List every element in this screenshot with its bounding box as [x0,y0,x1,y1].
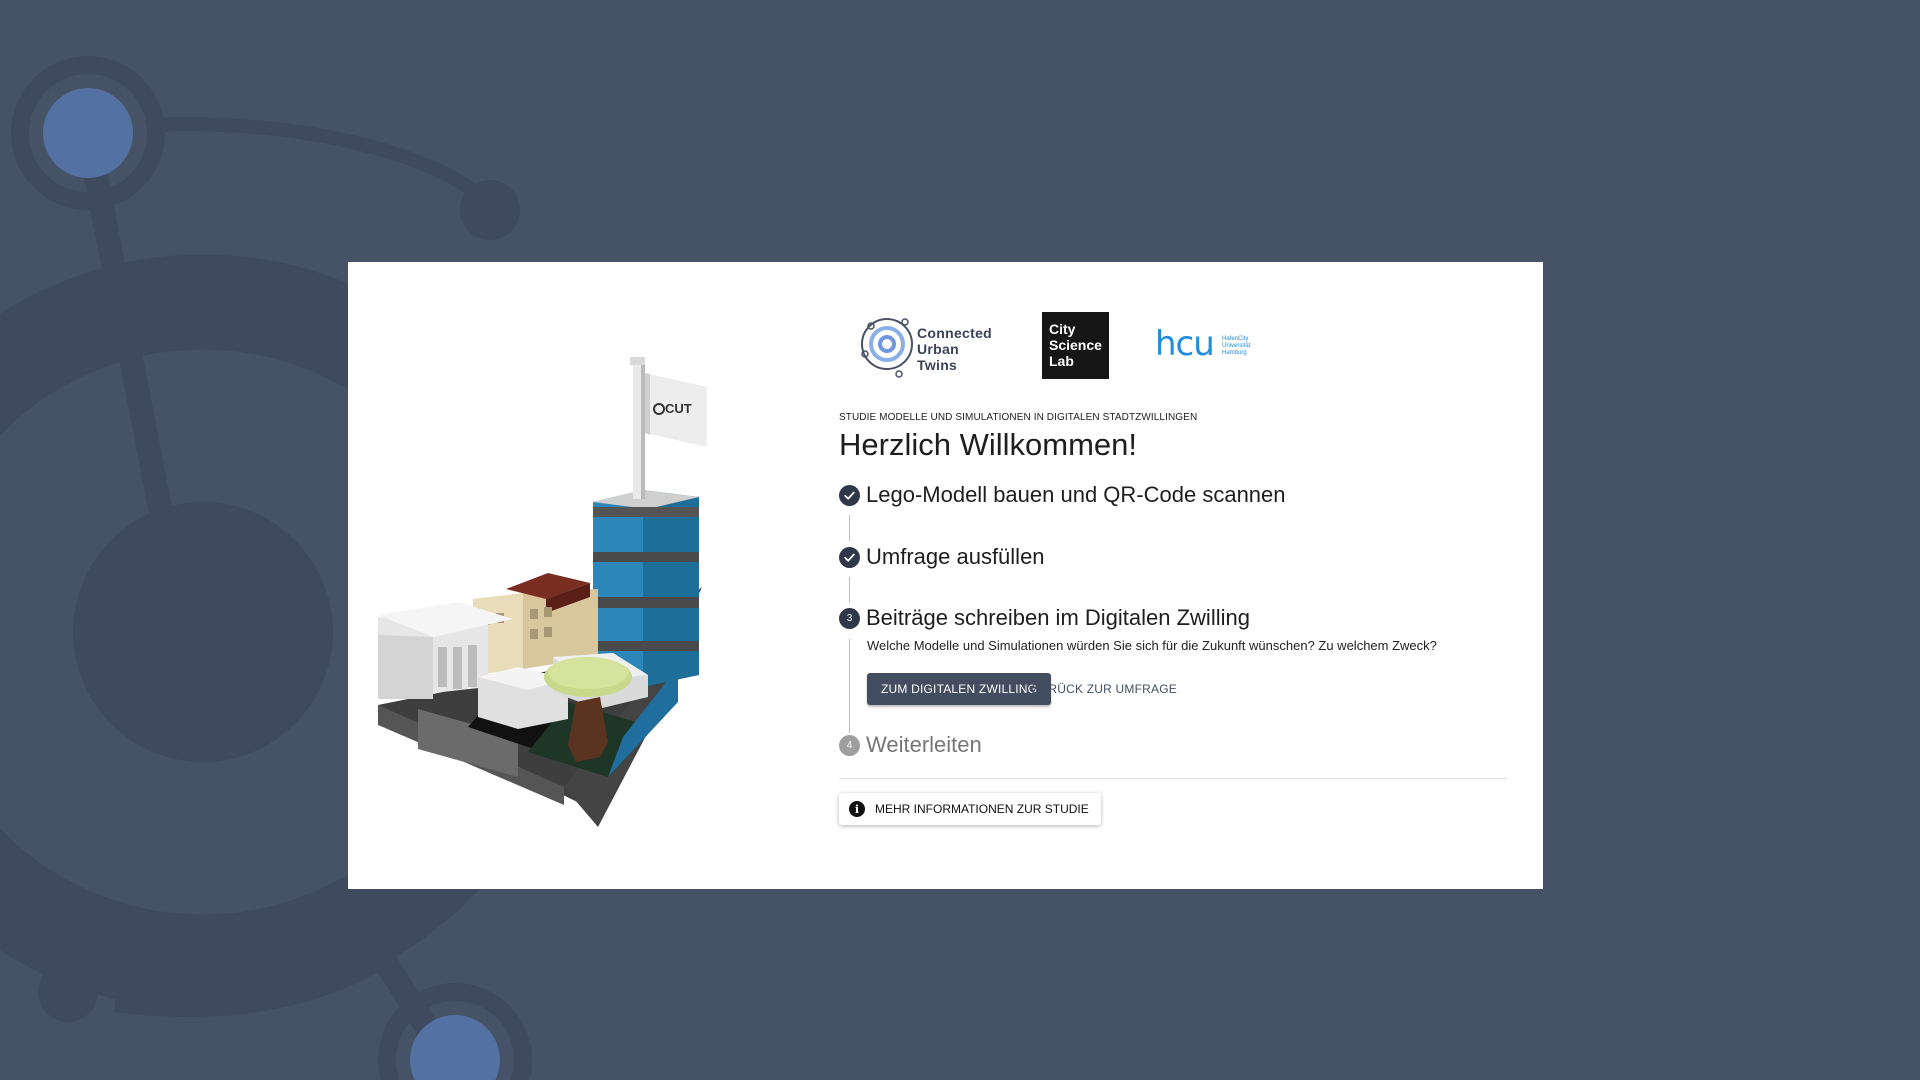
step-4-label: Weiterleiten [866,732,982,757]
step-3: 3 Beiträge schreiben im Digitalen Zwilli… [839,603,1250,633]
lego-model-illustration: CUT [378,357,707,827]
info-icon: i [849,801,865,817]
step-3-number-icon: 3 [839,607,860,629]
step-1-label: Lego-Modell bauen und QR-Code scannen [866,482,1286,507]
digital-twin-button[interactable]: ZUM DIGITALEN ZWILLING [867,673,1052,705]
study-overline: STUDIE MODELLE UND SIMULATIONEN IN DIGIT… [839,412,1198,423]
step-4: 4 Weiterleiten [839,730,982,760]
step-1: Lego-Modell bauen und QR-Code scannen [839,480,1286,510]
csl-logo-line-3: Lab [1049,353,1074,369]
flag-label: CUT [665,401,692,416]
step-3-description: Welche Modelle und Simulationen würden S… [867,638,1437,653]
cut-logo-line-3: Twins [917,357,958,373]
step-2: Umfrage ausfüllen [839,542,1045,572]
more-info-label: MEHR INFORMATIONEN ZUR STUDIE [875,802,1089,816]
check-icon [839,546,860,568]
stepper-connector-3 [849,639,850,733]
hcu-sub-line-3: Hamburg [1222,350,1247,356]
city-science-lab-logo: City Science Lab [1042,312,1109,379]
connected-urban-twins-logo: Connected Urban Twins [857,304,1007,384]
cut-logo-icon [861,318,913,378]
stepper-connector-2 [849,577,850,603]
step-4-number-icon: 4 [839,734,860,756]
stepper-connector-1 [849,515,850,541]
csl-logo-line-2: Science [1049,337,1102,353]
cut-logo-line-2: Urban [917,341,959,357]
csl-logo-line-1: City [1049,321,1076,337]
hcu-logo-subtext: HafenCity Universität Hamburg [1222,336,1250,357]
hcu-sub-line-2: Universität [1222,343,1251,349]
step-2-label: Umfrage ausfüllen [866,544,1045,569]
hcu-sub-line-1: HafenCity [1222,336,1249,342]
logo-bar: Connected Urban Twins City Science Lab h… [857,304,1277,384]
check-icon [839,484,860,506]
step-3-label: Beiträge schreiben im Digitalen Zwilling [866,605,1250,630]
main-content: Connected Urban Twins City Science Lab h… [839,262,1519,889]
page-title: Herzlich Willkommen! [839,427,1137,462]
hcu-logo-word: hcu [1155,324,1215,364]
welcome-card: CUT Connected Urban Twins City Science L… [348,262,1543,889]
cut-logo-line-1: Connected [917,325,993,341]
divider [839,778,1507,779]
more-info-button[interactable]: i MEHR INFORMATIONEN ZUR STUDIE [839,793,1101,825]
back-to-survey-button[interactable]: ZURÜCK ZUR UMFRAGE [1028,673,1181,705]
